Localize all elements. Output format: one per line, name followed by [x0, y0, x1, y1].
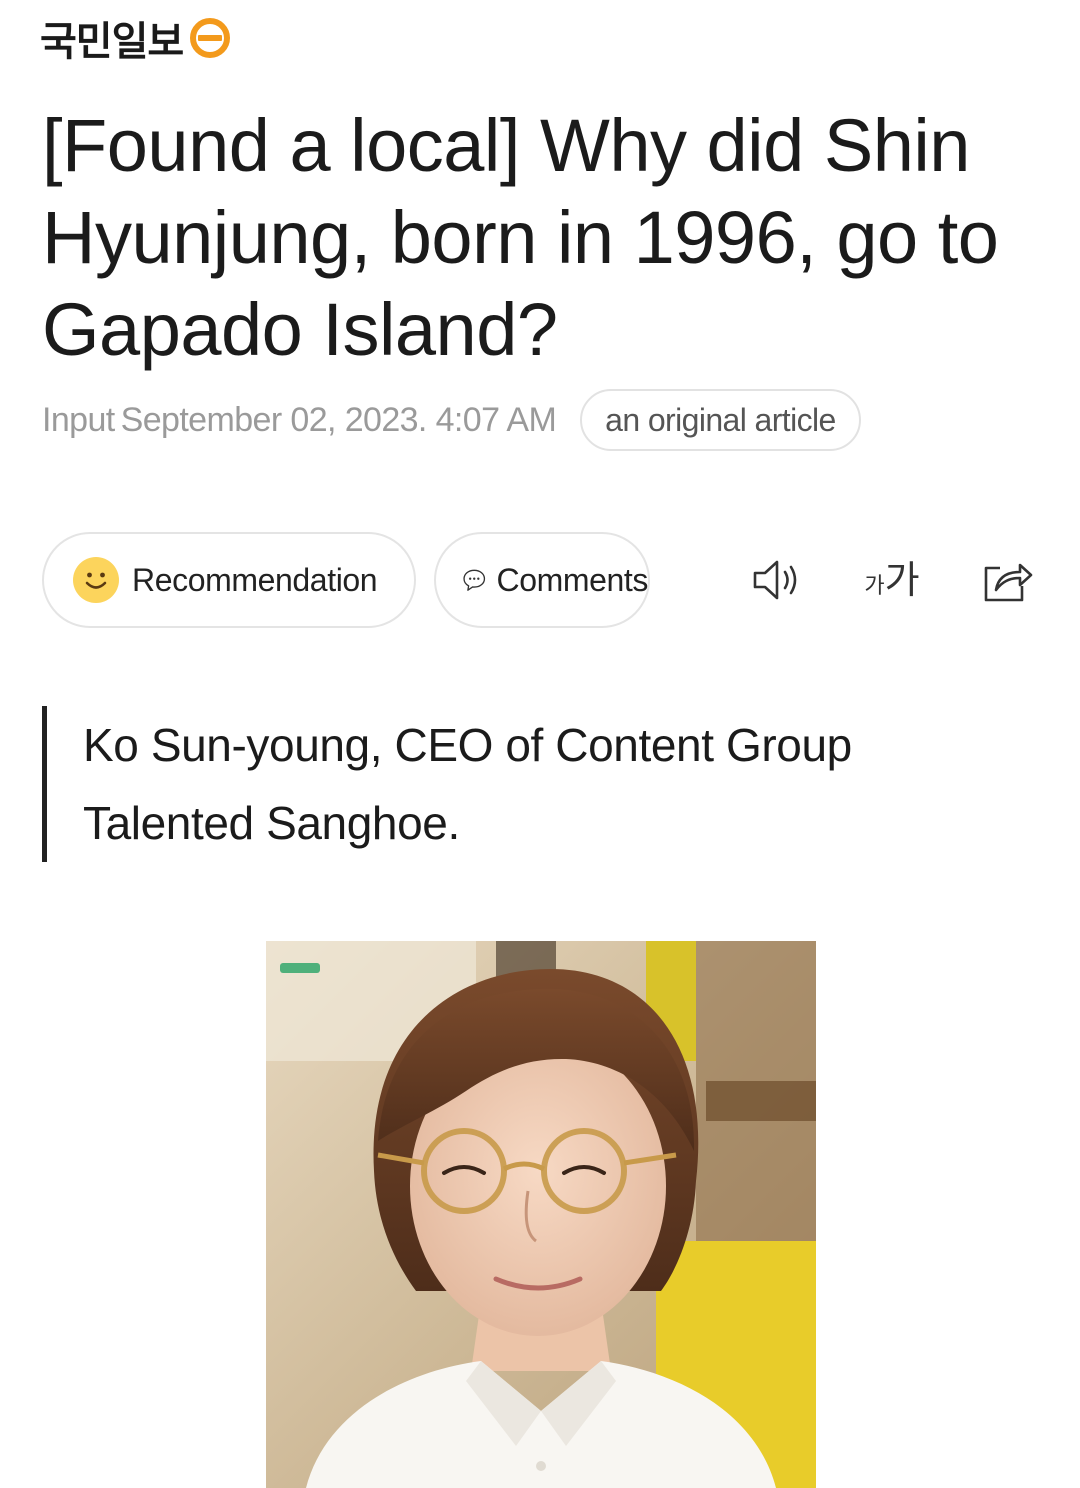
masthead[interactable]: 국민일보 [40, 10, 231, 66]
text-to-speech-button[interactable] [746, 548, 810, 612]
input-label: Input [42, 400, 115, 439]
font-size-icon: 가가 [864, 558, 920, 602]
recommend-label: Recommendation [132, 561, 378, 598]
subtitle-line: Ko Sun-young, CEO of Content Group [83, 719, 852, 771]
logo-wordmark: 국민일보 [40, 19, 184, 65]
article-title: [Found a local] Why did Shin Hyunjung, b… [42, 104, 999, 371]
speaker-icon [753, 560, 797, 600]
input-datetime: September 02, 2023. 4:07 AM [120, 400, 557, 439]
published-time: Input September 02, 2023. 4:07 AM [42, 400, 557, 440]
share-button[interactable] [974, 548, 1038, 612]
share-icon [984, 563, 1033, 602]
subtitle-line: Talented Sanghoe. [83, 797, 460, 849]
font-size-button[interactable]: 가가 [856, 548, 928, 612]
article-page: 국민일보 [Found a local] Why did Shin Hyunju… [0, 0, 1080, 1488]
article-photo [266, 941, 816, 1488]
article-subtitle: Ko Sun-young, CEO of Content Group Talen… [42, 706, 1002, 862]
comments-label: Comments [496, 561, 648, 598]
speech-bubble-icon [463, 569, 486, 591]
kukmin-logo-icon [190, 18, 231, 58]
smiley-face-icon [73, 557, 119, 603]
original-article-link[interactable]: an original article [580, 389, 861, 451]
article-meta: Input September 02, 2023. 4:07 AM an orig… [42, 388, 861, 452]
recommend-button[interactable]: Recommendation [42, 532, 416, 628]
comments-button[interactable]: Comments [434, 532, 650, 628]
